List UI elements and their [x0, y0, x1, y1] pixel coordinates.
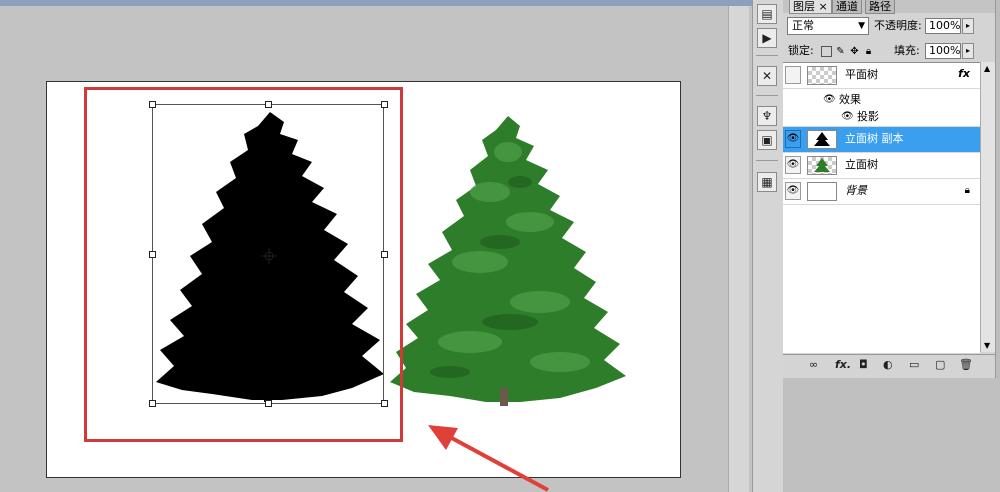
opacity-input[interactable]: 100%	[925, 18, 961, 34]
lock-position-icon[interactable]: ✥	[849, 46, 860, 57]
tab-channels-label: 通道	[836, 0, 858, 13]
panel-empty-area	[783, 378, 1000, 492]
tab-channels[interactable]: 通道	[832, 0, 862, 14]
tab-paths[interactable]: 路径	[865, 0, 895, 14]
chevron-down-icon: ▼	[858, 21, 865, 31]
layer-name: 立面树	[845, 158, 878, 171]
eye-icon[interactable]: 👁︎	[785, 156, 801, 174]
adjustment-icon[interactable]: ◐	[883, 358, 893, 371]
info-panel-icon[interactable]: ▦	[757, 172, 777, 192]
fx-icon[interactable]: fx	[958, 67, 970, 80]
layers-list: 平面树 fx 👁︎ 效果 👁︎ 投影 👁︎ 立面树 副本 👁︎ 立面树 👁︎ 背…	[783, 62, 980, 353]
layer-row-elevation-tree-copy[interactable]: 👁︎ 立面树 副本	[783, 127, 980, 153]
blend-opacity-row: 正常 ▼ 不透明度: 100% ▸	[783, 17, 1000, 37]
clone-source-icon[interactable]: ▣	[757, 130, 777, 150]
fx-icon[interactable]: fx.	[835, 358, 851, 371]
blend-mode-value: 正常	[792, 19, 814, 32]
fill-slider-button[interactable]: ▸	[962, 43, 974, 59]
tab-paths-label: 路径	[869, 0, 891, 13]
layer-row-background[interactable]: 👁︎ 背景 🔒︎	[783, 179, 980, 205]
dock-separator	[756, 160, 778, 161]
lock-label: 锁定:	[788, 44, 814, 57]
layer-name: 立面树 副本	[845, 132, 904, 145]
fill-label: 填充:	[894, 44, 920, 57]
layer-thumbnail	[807, 182, 837, 201]
panel-dock: ▤ ▶ ✕ ♆ ▣ ▦	[752, 0, 784, 492]
lock-all-icon[interactable]: 🔒︎	[863, 46, 874, 57]
eye-icon[interactable]: 👁︎	[785, 182, 801, 200]
panel-tabs: 图层 × 通道 路径	[783, 0, 1000, 14]
layer-name: 平面树	[845, 68, 878, 81]
blend-mode-select[interactable]: 正常 ▼	[787, 17, 869, 35]
lock-pixels-icon[interactable]: ✎	[835, 46, 846, 57]
layers-scrollbar[interactable]: ▲ ▼	[980, 62, 995, 352]
tab-close-icon[interactable]: ×	[819, 0, 828, 13]
layer-thumbnail	[807, 156, 837, 175]
eye-icon[interactable]: 👁︎	[823, 91, 836, 109]
actions-play-icon[interactable]: ▶	[757, 28, 777, 48]
layers-panel: 图层 × 通道 路径 正常 ▼ 不透明度: 100% ▸ 锁定: ✎ ✥ 🔒︎ …	[783, 0, 1000, 492]
workspace-scrollbar[interactable]	[728, 6, 749, 492]
group-icon[interactable]: ▭	[909, 358, 919, 371]
layer-row-plan-tree[interactable]: 平面树 fx	[783, 63, 980, 89]
panel-edge	[995, 0, 1000, 378]
effect-item-label: 投影	[857, 110, 879, 123]
scroll-down-icon[interactable]: ▼	[984, 341, 990, 350]
tools-icon[interactable]: ✕	[757, 66, 777, 86]
visibility-toggle-empty[interactable]	[785, 66, 801, 84]
scroll-up-icon[interactable]: ▲	[984, 64, 990, 73]
effect-item-drop-shadow[interactable]: 👁︎ 投影	[783, 108, 980, 127]
tab-layers[interactable]: 图层 ×	[789, 0, 832, 14]
new-layer-icon[interactable]: ▢	[935, 358, 945, 371]
mask-icon[interactable]: ◘	[859, 358, 868, 371]
layer-thumbnail	[807, 66, 837, 85]
tab-layers-label: 图层	[793, 0, 815, 13]
fill-input[interactable]: 100%	[925, 43, 961, 59]
layers-bottom-toolbar: ∞ fx. ◘ ◐ ▭ ▢ 🗑︎	[783, 354, 1000, 375]
dock-separator	[756, 55, 778, 56]
trash-icon[interactable]: 🗑︎	[959, 358, 973, 371]
effects-label: 效果	[839, 93, 861, 106]
eye-icon[interactable]: 👁︎	[785, 130, 801, 148]
layer-name: 背景	[845, 184, 867, 197]
lock-icon: 🔒︎	[964, 185, 970, 196]
layer-row-elevation-tree[interactable]: 👁︎ 立面树	[783, 153, 980, 179]
canvas-workspace[interactable]	[0, 0, 752, 492]
opacity-label: 不透明度:	[874, 19, 922, 32]
history-icon[interactable]: ▤	[757, 4, 777, 24]
eye-icon[interactable]: 👁︎	[841, 108, 854, 126]
annotation-arrow	[428, 425, 549, 492]
brushes-icon[interactable]: ♆	[757, 106, 777, 126]
effects-row[interactable]: 👁︎ 效果	[783, 91, 980, 109]
layer-thumbnail	[807, 130, 837, 149]
lock-transparent-icon[interactable]	[821, 46, 832, 57]
dock-separator	[756, 95, 778, 96]
lock-fill-row: 锁定: ✎ ✥ 🔒︎ 填充: 100% ▸	[783, 42, 1000, 62]
opacity-slider-button[interactable]: ▸	[962, 18, 974, 34]
link-icon[interactable]: ∞	[809, 358, 818, 371]
